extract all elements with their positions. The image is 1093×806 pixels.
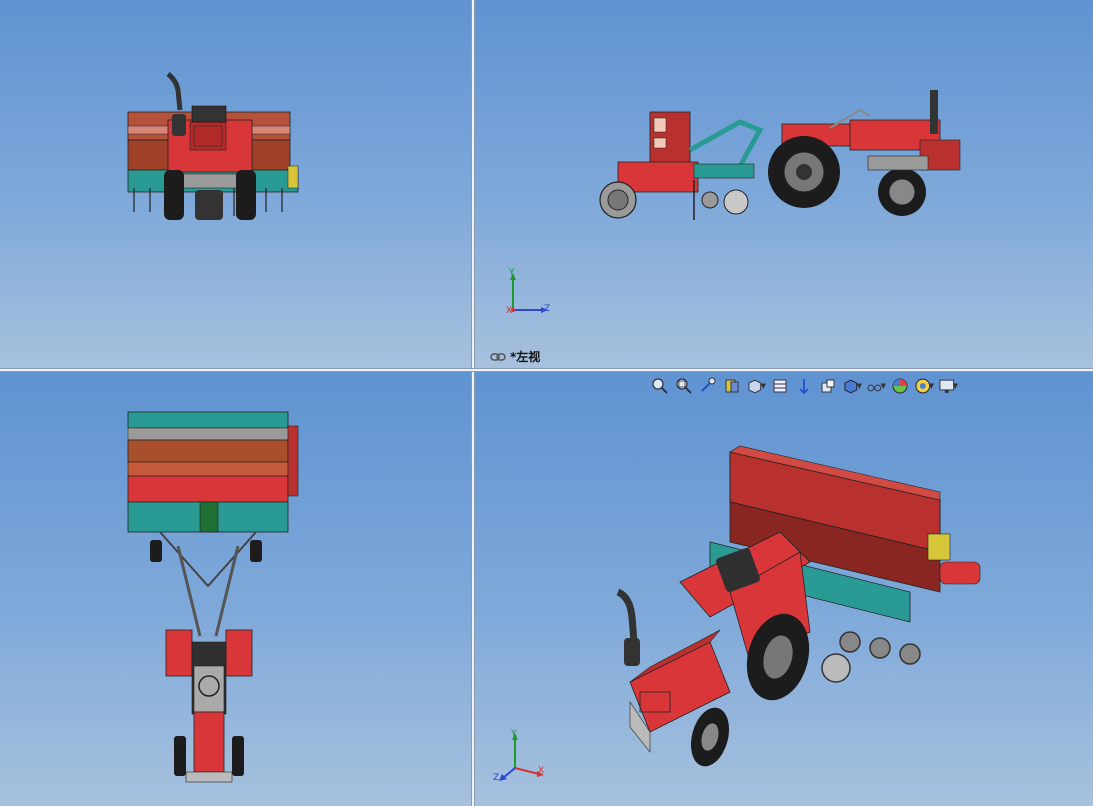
monitor-settings-icon[interactable]: ▼ <box>938 376 958 396</box>
triad-y-label: Y <box>511 729 517 739</box>
section-view-icon[interactable] <box>722 376 742 396</box>
view-name-label: *左视 <box>490 348 540 365</box>
link-icon <box>490 352 506 361</box>
zoom-to-fit-icon[interactable] <box>650 376 670 396</box>
view-selector-icon[interactable] <box>770 376 790 396</box>
zoom-to-area-icon[interactable] <box>674 376 694 396</box>
triad-z-label: Z <box>544 304 551 314</box>
view-name-text: *左视 <box>510 350 541 364</box>
view-settings-icon[interactable]: ▼ <box>914 376 934 396</box>
top-view-model[interactable] <box>120 406 310 786</box>
viewport-splitter-vertical[interactable] <box>471 0 475 806</box>
viewport-isometric[interactable]: ▼ ▼ ▼ ▼ ▼ Y X Z <box>475 372 1093 806</box>
edit-appearance-icon[interactable]: ▼ <box>866 376 886 396</box>
triad-y-label: Y <box>509 268 515 278</box>
viewport-left[interactable]: Y Z X *左视 <box>475 0 1093 368</box>
previous-view-icon[interactable] <box>698 376 718 396</box>
heads-up-view-toolbar: ▼ ▼ ▼ ▼ ▼ <box>650 376 958 396</box>
triad-z-label: Z <box>493 773 500 783</box>
triad-x-label: X <box>506 306 513 316</box>
viewport-splitter-horizontal[interactable] <box>0 368 1093 372</box>
hide-show-items-icon[interactable]: ▼ <box>842 376 862 396</box>
viewport-front[interactable] <box>0 0 471 368</box>
viewport-top[interactable] <box>0 372 471 806</box>
triad-x-label: X <box>538 766 545 776</box>
isometric-view-model[interactable] <box>610 442 990 782</box>
view-orientation-icon[interactable]: ▼ <box>746 376 766 396</box>
apply-scene-icon[interactable] <box>890 376 910 396</box>
left-view-model[interactable] <box>590 70 970 230</box>
display-style-icon[interactable] <box>818 376 838 396</box>
coordinate-triad <box>499 733 544 781</box>
standard-views-icon[interactable] <box>794 376 814 396</box>
front-view-model[interactable] <box>120 70 310 230</box>
